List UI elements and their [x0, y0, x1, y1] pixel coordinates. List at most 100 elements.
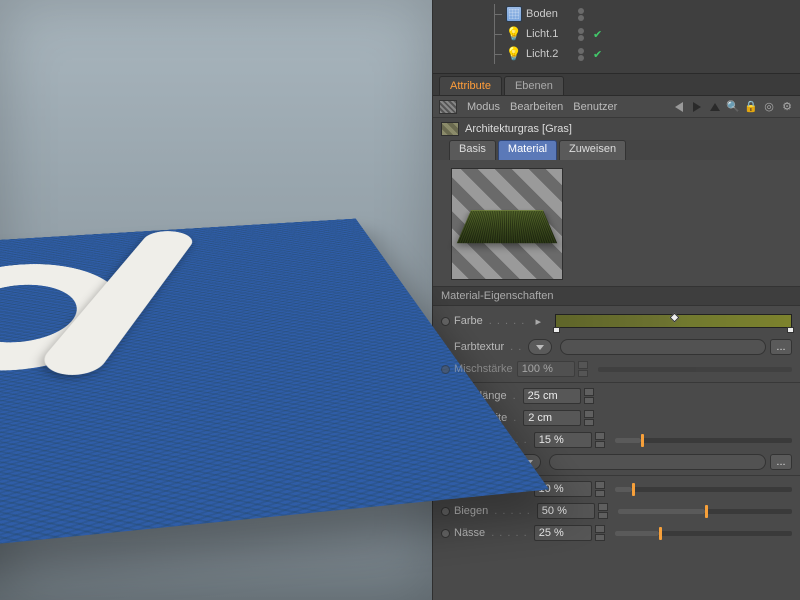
- value-naesse[interactable]: 25 %: [534, 525, 592, 541]
- tab-basis[interactable]: Basis: [449, 140, 496, 160]
- object-title-row: Architekturgras [Gras]: [433, 118, 800, 140]
- value-mischstaerke: 100 %: [517, 361, 575, 377]
- nav-back-icon[interactable]: [672, 100, 686, 114]
- nav-up-icon[interactable]: [708, 100, 722, 114]
- material-preview[interactable]: [451, 168, 563, 280]
- dots: .: [511, 390, 519, 402]
- more-button[interactable]: ...: [770, 339, 792, 355]
- spinner[interactable]: [595, 481, 605, 497]
- gradient-knot[interactable]: [670, 313, 680, 323]
- value-dichte[interactable]: 15 %: [534, 432, 592, 448]
- dots: . . . . .: [487, 315, 528, 327]
- radio-dot[interactable]: [441, 317, 450, 326]
- object-hierarchy[interactable]: Boden 💡 Licht.1 ✔ 💡 Licht.2 ✔: [433, 0, 800, 74]
- texture-dropdown[interactable]: [528, 339, 552, 355]
- radio-dot[interactable]: [441, 507, 450, 516]
- slider-fill: [615, 487, 633, 492]
- row-halmlaenge: Halmlänge . 25 cm: [441, 385, 792, 407]
- hier-row-boden[interactable]: Boden: [488, 4, 800, 24]
- slider-thumb[interactable]: [705, 505, 708, 518]
- slider-thumb[interactable]: [632, 483, 635, 496]
- tab-material[interactable]: Material: [498, 140, 557, 160]
- hier-row-licht1[interactable]: 💡 Licht.1 ✔: [488, 24, 800, 44]
- spinner[interactable]: [584, 410, 594, 426]
- object-name[interactable]: Licht.2: [526, 48, 574, 60]
- radio-dot[interactable]: [441, 529, 450, 538]
- menu-modus[interactable]: Modus: [467, 101, 500, 113]
- more-button[interactable]: ...: [770, 454, 792, 470]
- dots: . . . . .: [492, 505, 533, 517]
- nav-fwd-icon[interactable]: [690, 100, 704, 114]
- dots: .: [511, 412, 519, 424]
- tree-connector: [488, 44, 502, 64]
- label-biegen: Biegen: [454, 505, 488, 517]
- spinner[interactable]: [595, 525, 605, 541]
- dots: . . . . .: [489, 527, 530, 539]
- search-icon[interactable]: 🔍: [726, 100, 740, 114]
- tree-connector: [488, 4, 502, 24]
- menu-benutzer[interactable]: Benutzer: [573, 101, 617, 113]
- spinner[interactable]: [598, 503, 608, 519]
- object-name[interactable]: Boden: [526, 8, 574, 20]
- spinner[interactable]: [584, 388, 594, 404]
- viewport-render: [0, 0, 432, 600]
- slider-biegen[interactable]: [618, 509, 792, 514]
- slider-naesse[interactable]: [615, 531, 792, 536]
- spinner[interactable]: [595, 432, 605, 448]
- slider-thumb[interactable]: [641, 434, 644, 447]
- dots: . .: [508, 341, 524, 353]
- light-icon: 💡: [506, 46, 522, 62]
- label-naesse: Nässe: [454, 527, 485, 539]
- section-header: Material-Eigenschaften: [433, 286, 800, 306]
- check-icon: ✔: [593, 28, 602, 41]
- slider-dichte[interactable]: [615, 438, 792, 443]
- expand-icon[interactable]: ▸: [531, 314, 545, 328]
- label-mischstaerke: Mischstärke: [454, 363, 513, 375]
- tab-zuweisen[interactable]: Zuweisen: [559, 140, 626, 160]
- object-name[interactable]: Licht.1: [526, 28, 574, 40]
- slider-fill: [615, 438, 642, 443]
- row-biegen: Biegen . . . . . 50 %: [441, 500, 792, 522]
- visibility-dots[interactable]: [578, 6, 586, 22]
- visibility-dots[interactable]: [578, 26, 586, 42]
- value-halmbreite[interactable]: 2 cm: [523, 410, 581, 426]
- label-farbe: Farbe: [454, 315, 483, 327]
- spinner: [578, 361, 588, 377]
- value-biegen[interactable]: 50 %: [537, 503, 595, 519]
- light-icon: 💡: [506, 26, 522, 42]
- row-mischstaerke: Mischstärke 100 %: [441, 358, 792, 380]
- tree-connector: [488, 24, 502, 44]
- menu-bearbeiten[interactable]: Bearbeiten: [510, 101, 563, 113]
- lock-icon[interactable]: 🔒: [744, 100, 758, 114]
- tab-attribute[interactable]: Attribute: [439, 76, 502, 95]
- property-tabs: Basis Material Zuweisen: [433, 140, 800, 160]
- radio-dot: [441, 365, 450, 374]
- slider-thumb[interactable]: [659, 527, 662, 540]
- gradient-handle-right[interactable]: [787, 327, 794, 333]
- attribute-panel: Boden 💡 Licht.1 ✔ 💡 Licht.2 ✔ Attribute …: [432, 0, 800, 600]
- hatch-icon[interactable]: [439, 100, 457, 114]
- slider-mischstaerke: [598, 367, 792, 372]
- target-icon[interactable]: ◎: [762, 100, 776, 114]
- mode-bar: Modus Bearbeiten Benutzer 🔍 🔒 ◎ ⚙: [433, 96, 800, 118]
- visibility-dots[interactable]: [578, 46, 586, 62]
- texture-field[interactable]: [549, 454, 766, 470]
- slider-fill: [615, 531, 659, 536]
- nav-icons: 🔍 🔒 ◎ ⚙: [672, 100, 794, 114]
- material-preview-wrap: [433, 160, 800, 286]
- row-naesse: Nässe . . . . . 25 %: [441, 522, 792, 544]
- grass-patch-icon: [457, 210, 557, 243]
- panel-tabs: Attribute Ebenen: [433, 74, 800, 96]
- value-halmlaenge[interactable]: 25 cm: [523, 388, 581, 404]
- texture-field[interactable]: [560, 339, 766, 355]
- floor-icon: [506, 6, 522, 22]
- row-farbtextur: Farbtextur . . ...: [441, 336, 792, 358]
- color-gradient-input[interactable]: [555, 314, 792, 328]
- slider-fill: [618, 509, 705, 514]
- gradient-handle-left[interactable]: [553, 327, 560, 333]
- tab-ebenen[interactable]: Ebenen: [504, 76, 564, 95]
- slider-knicken[interactable]: [615, 487, 792, 492]
- hier-row-licht2[interactable]: 💡 Licht.2 ✔: [488, 44, 800, 64]
- check-icon: ✔: [593, 48, 602, 61]
- gear-icon[interactable]: ⚙: [780, 100, 794, 114]
